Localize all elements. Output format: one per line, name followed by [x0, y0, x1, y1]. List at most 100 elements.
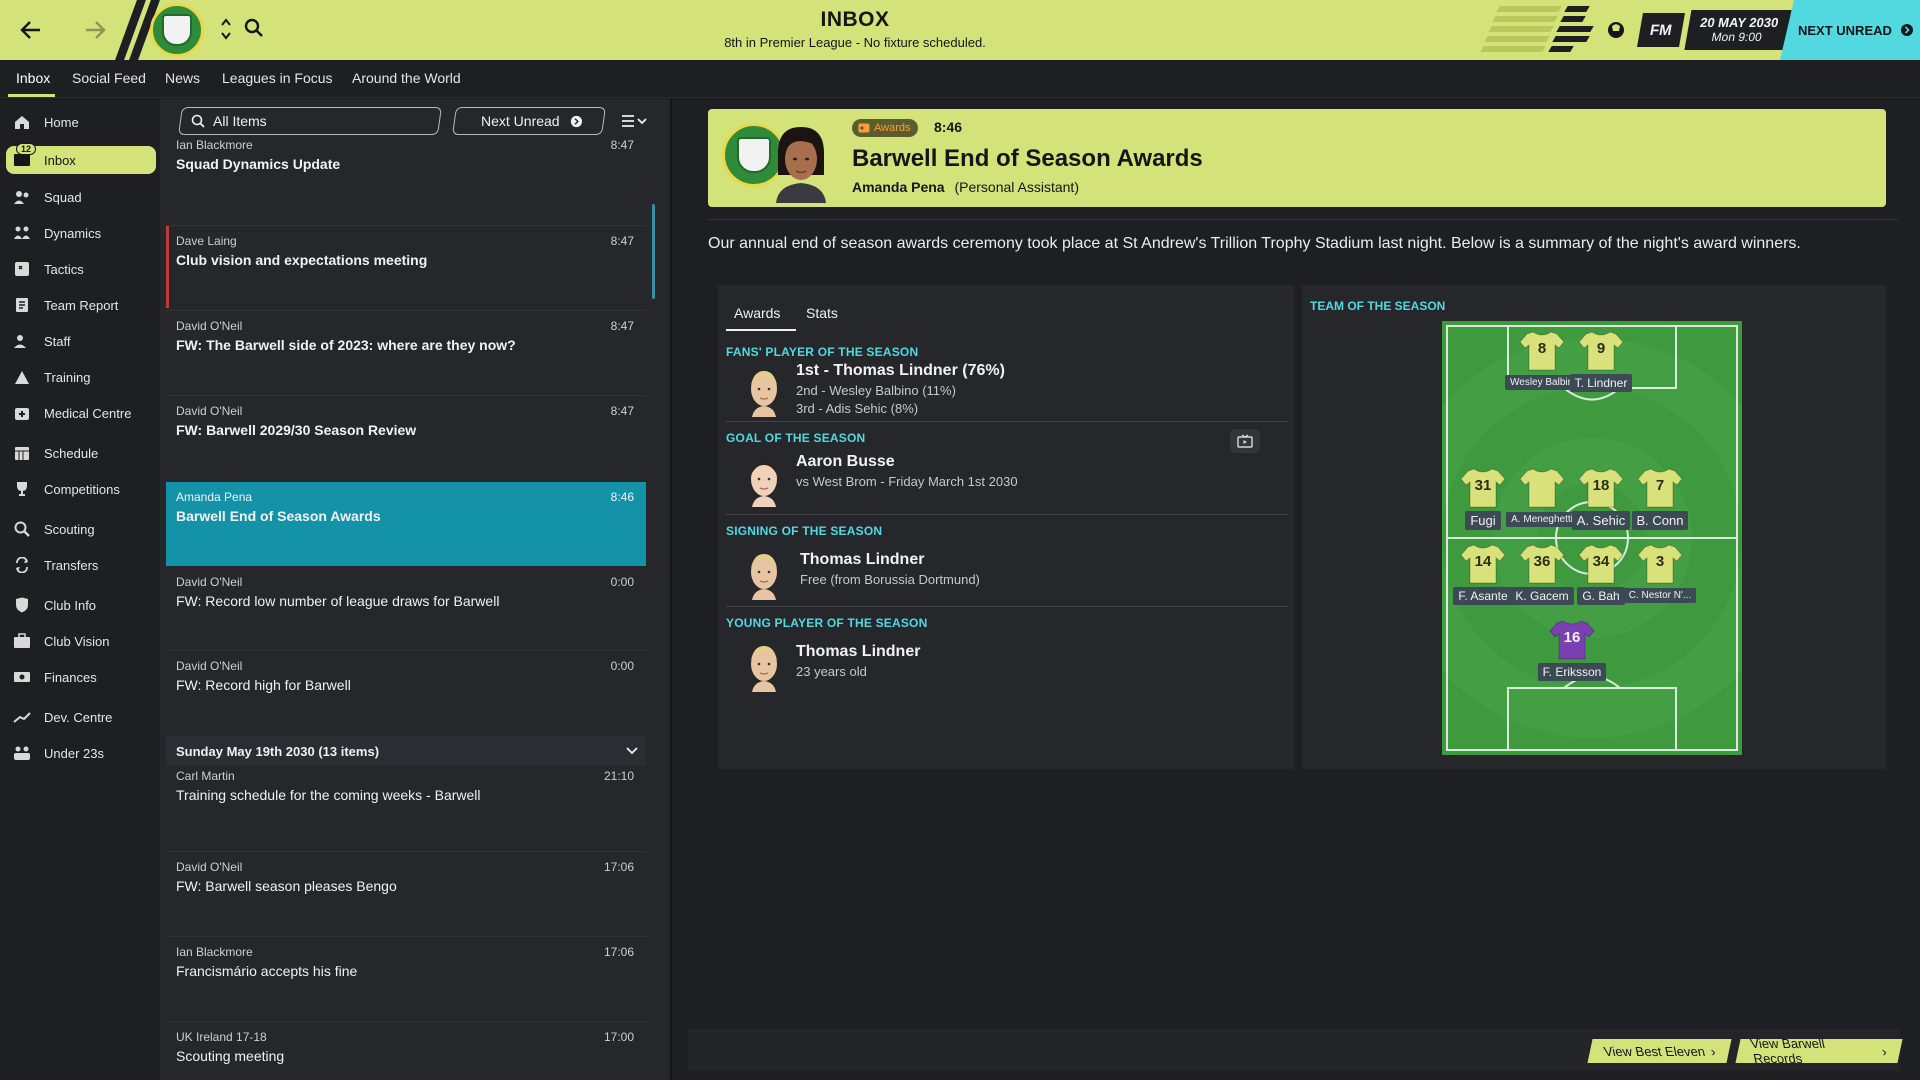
award-winner[interactable]: Thomas Lindner — [796, 643, 920, 661]
sidebar-item-transfers[interactable]: Transfers — [6, 551, 156, 579]
player-slot[interactable]: 7 B. Conn — [1623, 467, 1697, 530]
message-time: 8:46 — [610, 490, 634, 504]
sidebar-item-squad[interactable]: Squad — [6, 183, 156, 211]
shirt-icon: 36 — [1519, 543, 1565, 585]
player-slot[interactable]: 9 T. Lindner — [1564, 330, 1638, 392]
next-unread-button[interactable]: NEXT UNREAD — [1780, 0, 1920, 60]
sidebar-item-home[interactable]: Home — [6, 108, 156, 136]
back-button[interactable] — [14, 13, 48, 47]
list-options-menu-icon[interactable] — [620, 113, 650, 131]
list-item[interactable]: Ian Blackmore Squad Dynamics Update 8:47 — [166, 138, 646, 200]
player-face[interactable] — [746, 457, 782, 507]
sidebar-item-tactics[interactable]: Tactics — [6, 255, 156, 283]
player-name: T. Lindner — [1569, 374, 1633, 392]
current-time: Mon 9:00 — [1710, 30, 1764, 44]
sidebar-item-label: Competitions — [44, 481, 120, 497]
arrow-circle-right-icon — [570, 115, 582, 127]
sidebar-item-under-23s[interactable]: Under 23s — [6, 739, 156, 767]
player-name: Fugi — [1465, 511, 1501, 530]
sidebar-item-club-vision[interactable]: Club Vision — [6, 627, 156, 655]
fm-menu-button[interactable]: FM — [1637, 13, 1685, 47]
dynamics-icon — [10, 223, 34, 243]
sidebar-item-scouting[interactable]: Scouting — [6, 515, 156, 543]
sidebar-item-label: Staff — [44, 333, 71, 349]
message-time: 8:47 — [610, 138, 634, 152]
tab-inbox[interactable]: Inbox — [16, 70, 50, 86]
home-icon — [10, 112, 34, 132]
view-best-eleven-button[interactable]: View Best Eleven › — [1587, 1039, 1732, 1063]
tab-leagues-in-focus[interactable]: Leagues in Focus — [222, 70, 333, 86]
world-ball-icon[interactable] — [1606, 20, 1626, 40]
player-face[interactable] — [746, 550, 782, 600]
video-icon — [1237, 434, 1253, 448]
sender-avatar[interactable] — [770, 123, 832, 203]
award-heading: SIGNING OF THE SEASON — [726, 524, 883, 538]
message-time: 8:46 — [934, 119, 963, 135]
next-unread-label: NEXT UNREAD — [1798, 22, 1892, 38]
search-icon — [10, 519, 34, 539]
message-time: 17:06 — [603, 860, 634, 874]
next-unread-list-button[interactable]: Next Unread — [452, 107, 606, 135]
sidebar-item-dynamics[interactable]: Dynamics — [6, 219, 156, 247]
message-subject: FW: Barwell season pleases Bengo — [176, 878, 397, 894]
list-item[interactable]: David O'Neil FW: Record high for Barwell… — [166, 651, 646, 733]
date-display[interactable]: 20 MAY 2030 Mon 9:00 — [1684, 10, 1792, 50]
list-item[interactable]: David O'Neil FW: Barwell 2029/30 Season … — [166, 396, 646, 478]
player-face[interactable] — [746, 367, 782, 417]
tab-social-feed[interactable]: Social Feed — [72, 70, 146, 86]
list-item[interactable]: Dave Laing Club vision and expectations … — [166, 226, 646, 308]
medical-icon — [10, 403, 34, 423]
award-winner[interactable]: Thomas Lindner — [800, 551, 924, 569]
message-subject: FW: Record high for Barwell — [176, 677, 351, 693]
forward-button[interactable] — [78, 13, 112, 47]
player-name: B. Conn — [1631, 511, 1689, 530]
filter-dropdown[interactable]: All Items — [178, 107, 442, 135]
list-item[interactable]: UK Ireland 17-18 Scouting meeting 17:00 — [166, 1022, 646, 1080]
tab-news[interactable]: News — [165, 70, 200, 86]
sidebar-item-training[interactable]: Training — [6, 363, 156, 391]
award-heading: YOUNG PLAYER OF THE SEASON — [726, 616, 928, 630]
sidebar-item-staff[interactable]: Staff — [6, 327, 156, 355]
sidebar-item-finances[interactable]: Finances — [6, 663, 156, 691]
list-item[interactable]: Carl Martin Training schedule for the co… — [166, 767, 646, 849]
award-runner-up: 3rd - Adis Sehic (8%) — [796, 401, 919, 416]
club-switch-chevrons-icon[interactable] — [220, 16, 232, 42]
arrow-circle-right-icon — [1900, 24, 1913, 36]
list-item[interactable]: David O'Neil FW: Barwell season pleases … — [166, 852, 646, 934]
sidebar-item-inbox[interactable]: 12 Inbox — [6, 143, 156, 174]
sidebar-item-schedule[interactable]: Schedule — [6, 439, 156, 467]
list-item[interactable]: David O'Neil FW: Record low number of le… — [166, 567, 646, 649]
message-sender: Ian Blackmore — [176, 945, 253, 959]
award-winner[interactable]: 1st - Thomas Lindner (76%) — [796, 362, 1005, 380]
sidebar-item-dev-centre[interactable]: Dev. Centre — [6, 703, 156, 731]
player-slot[interactable]: 16 F. Eriksson — [1535, 619, 1609, 681]
message-sender: David O'Neil — [176, 575, 243, 589]
sidebar-item-team-report[interactable]: Team Report — [6, 291, 156, 319]
search-icon[interactable] — [244, 18, 264, 38]
award-winner[interactable]: Aaron Busse — [796, 453, 895, 471]
sender-name[interactable]: Amanda Pena — [852, 179, 945, 195]
message-subject: Scouting meeting — [176, 1048, 285, 1064]
squad-icon — [10, 187, 34, 207]
tab-bar: Inbox Social Feed News Leagues in Focus … — [0, 60, 1920, 98]
list-item-selected[interactable]: Amanda Pena Barwell End of Season Awards… — [166, 482, 646, 566]
top-bar: INBOX 8th in Premier League - No fixture… — [0, 0, 1920, 60]
tab-around-the-world[interactable]: Around the World — [352, 70, 461, 86]
list-item[interactable]: David O'Neil FW: The Barwell side of 202… — [166, 311, 646, 393]
sidebar-item-medical-centre[interactable]: Medical Centre — [6, 399, 156, 427]
scrollbar-thumb[interactable] — [652, 204, 655, 299]
player-slot[interactable]: 3 C. Nestor N'... — [1623, 543, 1697, 603]
divider — [708, 219, 1898, 220]
sidebar-item-competitions[interactable]: Competitions — [6, 475, 156, 503]
player-face[interactable] — [746, 642, 782, 692]
message-sender: Dave Laing — [176, 234, 237, 248]
tab-awards[interactable]: Awards — [734, 305, 780, 321]
sidebar-item-club-info[interactable]: Club Info — [6, 591, 156, 619]
tactics-icon — [10, 259, 34, 279]
club-badge-logo[interactable] — [150, 3, 204, 57]
view-records-button[interactable]: View Barwell Records › — [1735, 1036, 1903, 1066]
list-item[interactable]: Ian Blackmore Francismário accepts his f… — [166, 937, 646, 1019]
tab-stats[interactable]: Stats — [806, 305, 838, 321]
date-group-header[interactable]: Sunday May 19th 2030 (13 items) — [166, 736, 646, 766]
watch-goal-button[interactable] — [1230, 429, 1260, 453]
